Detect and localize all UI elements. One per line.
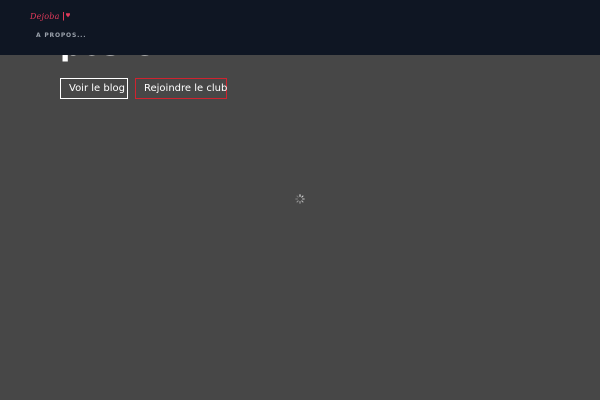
navbar: Dejoba A PROPOS... bbox=[0, 0, 600, 55]
nav-item-a-propos[interactable]: A PROPOS... bbox=[36, 32, 86, 39]
view-blog-button[interactable]: Voir le blog bbox=[60, 78, 128, 99]
logo-text: Dejoba bbox=[30, 11, 60, 21]
join-club-button[interactable]: Rejoindre le club bbox=[135, 78, 227, 99]
flag-heart-icon bbox=[62, 12, 70, 21]
logo[interactable]: Dejoba bbox=[30, 9, 72, 23]
page: postcm Dejoba A PROPOS... Voir le blog R… bbox=[0, 0, 600, 400]
loading-spinner-icon bbox=[295, 194, 305, 204]
